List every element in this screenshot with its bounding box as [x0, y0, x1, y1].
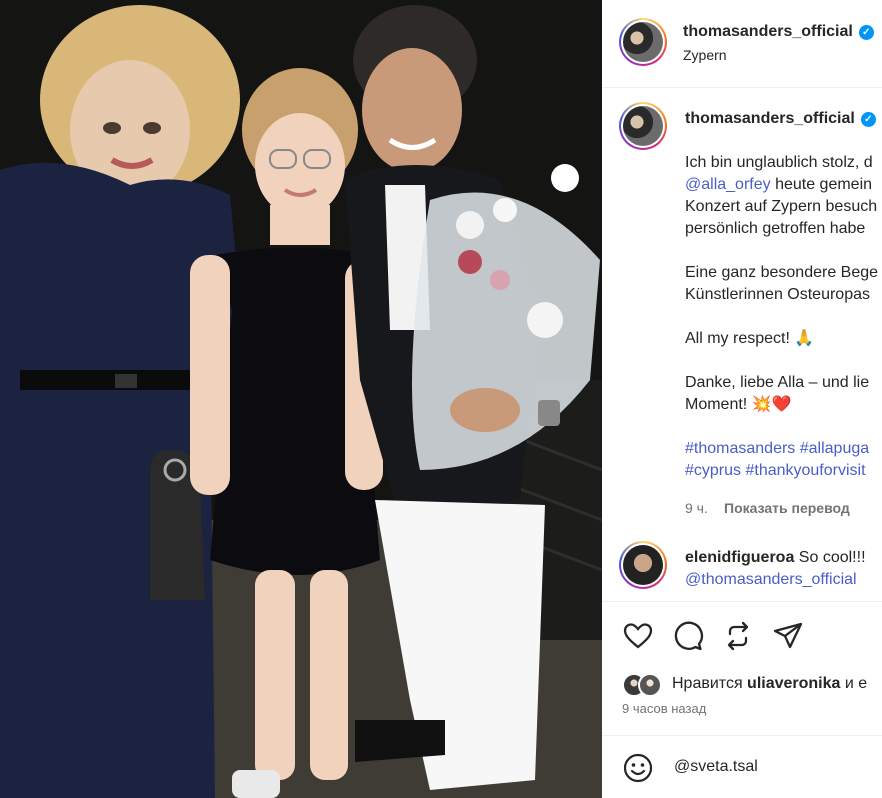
divider [602, 601, 882, 602]
post-image [0, 0, 602, 798]
caption-line: Moment! 💥❤️ [685, 396, 792, 413]
post-location[interactable]: Zypern [683, 47, 727, 63]
show-translation-button[interactable]: Показать перевод [724, 500, 850, 516]
verified-badge-icon: ✓ [860, 112, 876, 127]
comment-mention-link[interactable]: @thomasanders_official [685, 569, 866, 591]
add-comment-bar: @sveta.tsal [622, 752, 882, 788]
divider [602, 735, 882, 736]
send-icon[interactable] [772, 620, 804, 652]
commenter-avatar[interactable] [619, 541, 667, 589]
commenter-username[interactable]: elenidfigueroa [685, 549, 794, 566]
comment-text: So cool!!! [794, 549, 866, 566]
caption-line: Eine ganz besondere Bege [685, 264, 879, 281]
caption-line: All my respect! 🙏 [685, 330, 815, 347]
hashtags-link[interactable]: #cyprus #thankyouforvisit [685, 460, 882, 482]
mention-link[interactable]: @alla_orfey [685, 176, 771, 193]
caption-author-avatar[interactable] [619, 102, 667, 150]
likes-prefix: Нравится [672, 675, 748, 692]
author-username[interactable]: thomasanders_official ✓ [683, 23, 874, 41]
post-header: thomasanders_official ✓ Zypern [602, 0, 882, 88]
heart-icon[interactable] [622, 620, 654, 652]
caption-author-username[interactable]: thomasanders_official ✓ [685, 110, 876, 128]
author-avatar[interactable] [619, 18, 667, 66]
post-photo[interactable] [0, 0, 602, 798]
caption-username-text[interactable]: thomasanders_official [685, 110, 855, 127]
comment-bubble-icon[interactable] [672, 620, 704, 652]
caption-line: Danke, liebe Alla – und lie [685, 374, 870, 391]
post-caption: Ich bin unglaublich stolz, d @alla_orfey… [685, 152, 882, 482]
likes-suffix: и e [840, 675, 868, 692]
caption-time[interactable]: 9 ч. [685, 500, 708, 516]
caption-line: Konzert auf Zypern besuch [685, 198, 878, 215]
likes-text: Нравится uliaveronika и e [672, 675, 867, 693]
verified-badge-icon: ✓ [858, 25, 874, 40]
post-timestamp[interactable]: 9 часов назад [622, 701, 706, 716]
caption-line: Ich bin unglaublich stolz, d [685, 154, 873, 171]
author-username-text[interactable]: thomasanders_official [683, 23, 853, 40]
liker-avatar[interactable] [638, 673, 662, 697]
post-side-panel: thomasanders_official ✓ Zypern thomasande… [602, 0, 882, 798]
hashtags-link[interactable]: #thomasanders #allapuga [685, 438, 882, 460]
caption-line: @alla_orfey heute gemein [685, 174, 882, 196]
caption-text: heute gemein [770, 176, 873, 193]
comment-input[interactable]: @sveta.tsal [674, 758, 758, 776]
repost-icon[interactable] [722, 620, 754, 652]
liker-username[interactable]: uliaveronika [747, 675, 840, 692]
comment: elenidfigueroa So cool!!! @thomasanders_… [685, 547, 866, 591]
caption-line: persönlich getroffen habe [685, 220, 866, 237]
caption-line: Künstlerinnen Osteuropas [685, 286, 870, 303]
emoji-icon[interactable] [622, 752, 654, 784]
